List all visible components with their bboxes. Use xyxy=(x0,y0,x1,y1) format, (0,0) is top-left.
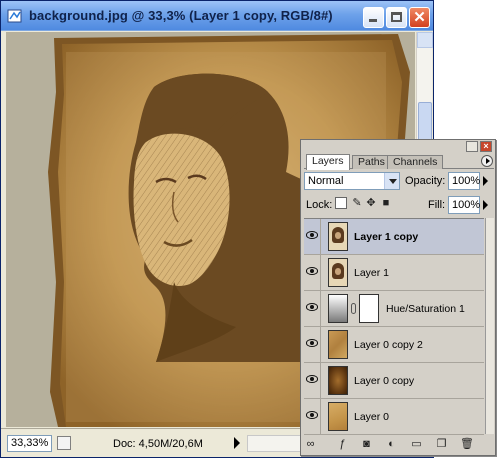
layer-thumbnail xyxy=(328,222,348,251)
layer-row[interactable]: Layer 0 copy xyxy=(304,363,484,399)
close-icon: ✕ xyxy=(413,9,426,26)
chevron-down-icon[interactable] xyxy=(384,173,399,189)
layer-row[interactable]: Layer 0 copy 2 xyxy=(304,327,484,363)
blend-mode-select[interactable]: Normal xyxy=(304,172,400,190)
zoom-level-field[interactable]: 33,33% xyxy=(7,435,52,452)
layer-row[interactable]: Hue/Saturation 1 xyxy=(304,291,484,327)
opacity-input[interactable]: 100% xyxy=(448,172,480,190)
lock-transparency-icon[interactable] xyxy=(335,197,347,209)
layer-thumbnail xyxy=(328,330,348,359)
fill-label: Fill: xyxy=(428,199,446,211)
close-button[interactable]: ✕ xyxy=(409,7,430,28)
palette-minimize-button[interactable] xyxy=(466,141,478,152)
fill-slider-arrow-icon[interactable] xyxy=(483,200,488,210)
visibility-toggle[interactable] xyxy=(304,363,321,398)
trash-icon[interactable]: 🗑 xyxy=(460,438,474,451)
layer-name: Hue/Saturation 1 xyxy=(386,303,465,315)
scroll-thumb[interactable] xyxy=(418,102,432,142)
layer-row[interactable]: Layer 0 xyxy=(304,399,484,435)
layer-name: Layer 1 copy xyxy=(354,231,419,243)
eye-icon xyxy=(306,339,318,347)
layers-palette: × Layers Paths Channels Normal Opacity: … xyxy=(300,139,496,456)
adjustment-layer-thumbnail xyxy=(328,294,348,323)
lock-move-icon[interactable]: ✥ xyxy=(365,197,377,209)
chain-link-icon[interactable] xyxy=(351,303,356,314)
blend-mode-value: Normal xyxy=(308,175,344,187)
maximize-icon xyxy=(391,12,402,22)
close-icon: × xyxy=(483,141,489,151)
mask-icon[interactable]: ◙ xyxy=(360,438,373,451)
layer-name: Layer 0 copy xyxy=(354,375,415,387)
new-layer-icon[interactable]: ❐ xyxy=(435,438,448,451)
layers-list: Layer 1 copy Layer 1 Hue/Saturation 1 La… xyxy=(304,218,484,435)
layer-name: Layer 0 copy 2 xyxy=(354,339,423,351)
eye-icon xyxy=(306,231,318,239)
tab-layers[interactable]: Layers xyxy=(306,154,350,170)
document-size-info: Doc: 4,50M/20,6M xyxy=(113,438,203,450)
minimize-icon xyxy=(369,19,377,22)
layer-thumbnail xyxy=(328,402,348,431)
layers-list-scrollbar[interactable] xyxy=(485,218,494,434)
lock-all-icon[interactable]: ■ xyxy=(380,197,392,209)
minimize-button[interactable] xyxy=(363,7,384,28)
eye-icon xyxy=(306,303,318,311)
lock-brush-icon[interactable]: ✎ xyxy=(351,197,363,209)
tab-paths[interactable]: Paths xyxy=(352,155,391,169)
layer-name: Layer 1 xyxy=(354,267,390,279)
palette-tabs: Layers Paths Channels xyxy=(304,154,494,170)
eye-icon xyxy=(306,375,318,383)
layer-thumbnail xyxy=(328,366,348,395)
visibility-toggle[interactable] xyxy=(304,255,321,290)
eye-icon xyxy=(306,267,318,275)
palette-footer: ∞ ƒ ◙ ◐ ▭ ❐ 🗑 xyxy=(304,437,494,454)
layer-row[interactable]: Layer 1 xyxy=(304,255,484,291)
link-icon[interactable]: ∞ xyxy=(304,438,317,451)
group-icon[interactable]: ▭ xyxy=(410,438,423,451)
opacity-slider-arrow-icon[interactable] xyxy=(483,176,488,186)
layer-style-icon[interactable]: ƒ xyxy=(336,438,349,451)
tab-channels[interactable]: Channels xyxy=(387,155,444,169)
photoshop-document-icon xyxy=(7,9,22,23)
visibility-toggle[interactable] xyxy=(304,399,321,434)
document-titlebar[interactable]: background.jpg @ 33,3% (Layer 1 copy, RG… xyxy=(1,1,433,31)
fill-input[interactable]: 100% xyxy=(448,196,480,214)
visibility-toggle[interactable] xyxy=(304,291,321,326)
opacity-label: Opacity: xyxy=(405,175,446,187)
status-menu-icon[interactable] xyxy=(57,436,71,450)
visibility-toggle[interactable] xyxy=(304,327,321,362)
layer-mask-thumbnail[interactable] xyxy=(359,294,379,323)
layer-row[interactable]: Layer 1 copy xyxy=(304,219,484,255)
eye-icon xyxy=(306,411,318,419)
lock-label: Lock: xyxy=(306,199,333,211)
palette-titlebar[interactable]: × xyxy=(301,140,495,152)
layer-name: Layer 0 xyxy=(354,411,390,423)
adjustment-layer-icon[interactable]: ◐ xyxy=(385,438,398,451)
document-title: background.jpg @ 33,3% (Layer 1 copy, RG… xyxy=(29,8,333,23)
status-arrow-icon[interactable] xyxy=(234,437,240,449)
palette-menu-icon[interactable] xyxy=(481,155,493,167)
palette-close-button[interactable]: × xyxy=(480,141,492,152)
scroll-up-arrow[interactable] xyxy=(417,32,433,48)
maximize-button[interactable] xyxy=(386,7,407,28)
visibility-toggle[interactable] xyxy=(304,219,321,254)
layer-thumbnail xyxy=(328,258,348,287)
